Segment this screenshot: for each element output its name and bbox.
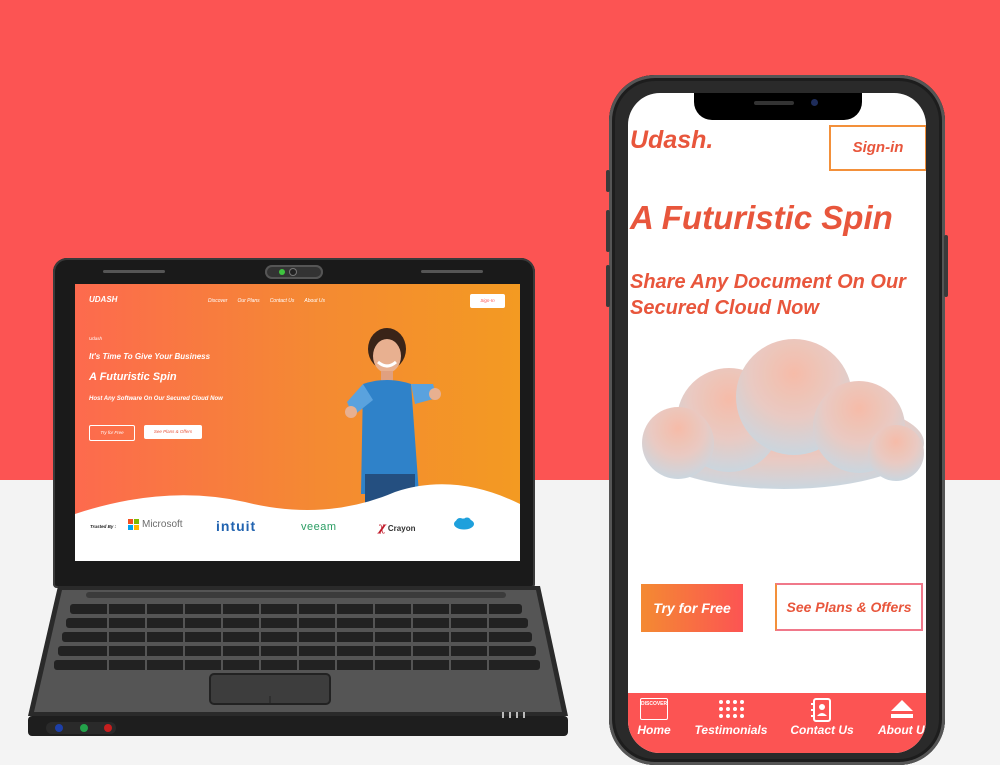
mobile-signin-button[interactable]: Sign-in (829, 125, 926, 171)
laptop-site-nav: Discover Our Plans Contact Us About Us (208, 298, 325, 304)
lid-slot (421, 270, 483, 273)
phone-side-button (606, 210, 610, 252)
bottom-nav-home[interactable]: DISCOVER Home (632, 693, 676, 753)
bottom-nav-about[interactable]: About Us (874, 693, 926, 753)
bottom-nav-about-label: About Us (878, 723, 926, 737)
nav-discover[interactable]: Discover (208, 298, 227, 304)
veeam-logo: veeam (301, 521, 337, 533)
phone-side-button (606, 170, 610, 192)
webcam (265, 265, 323, 279)
phone-frame: Udash. Sign-in A Futuristic Spin Share A… (606, 75, 948, 765)
nav-contact-us[interactable]: Contact Us (270, 298, 295, 304)
laptop-see-plans-button[interactable]: See Plans & Offers (144, 425, 202, 439)
bottom-nav-contact-label: Contact Us (790, 723, 854, 737)
bottom-nav-testimonials[interactable]: Testimonials (692, 693, 770, 753)
microsoft-logo: Microsoft (128, 519, 183, 530)
crayon-logo: χ Crayon (378, 520, 416, 534)
phone-screen: Udash. Sign-in A Futuristic Spin Share A… (628, 93, 926, 753)
laptop-tagline: It's Time To Give Your Business (89, 352, 211, 361)
contact-book-icon (811, 698, 831, 722)
mobile-site-logo[interactable]: Udash. (630, 126, 713, 155)
trusted-by-label: Trusted By : (90, 524, 117, 529)
laptop-headline: A Futuristic Spin (89, 371, 177, 383)
discover-icon: DISCOVER (640, 698, 668, 720)
mobile-bottom-nav: DISCOVER Home Testimonials Contact Us Ab… (628, 693, 926, 753)
intuit-logo: intuit (216, 518, 257, 534)
nav-about-us[interactable]: About Us (304, 298, 325, 304)
phone-side-button (944, 235, 948, 297)
laptop-try-free-button[interactable]: Try for Free (89, 425, 135, 441)
bottom-nav-testimonials-label: Testimonials (694, 723, 768, 737)
phone-notch (694, 93, 862, 120)
laptop-brand-label: Udash (89, 336, 103, 341)
salesforce-logo (454, 517, 474, 530)
mobile-see-plans-button[interactable]: See Plans & Offers (775, 583, 923, 631)
mobile-try-free-button[interactable]: Try for Free (641, 584, 743, 632)
laptop-lid: UDASH Discover Our Plans Contact Us Abou… (53, 258, 535, 588)
laptop-keyboard-base (28, 586, 568, 736)
eject-icon (891, 700, 913, 718)
laptop-site-logo[interactable]: UDASH (89, 295, 117, 304)
laptop-subheadline: Host Any Software On Our Secured Cloud N… (89, 396, 223, 402)
laptop-screen: UDASH Discover Our Plans Contact Us Abou… (75, 284, 520, 561)
bottom-nav-home-label: Home (637, 723, 671, 737)
dots-grid-icon (719, 700, 744, 718)
phone-side-button (606, 265, 610, 307)
bottom-nav-contact[interactable]: Contact Us (788, 693, 856, 753)
cloud-illustration (642, 339, 924, 489)
mobile-headline: A Futuristic Spin (630, 199, 893, 236)
laptop-signin-button[interactable]: Sign-In (470, 294, 505, 308)
mobile-subheadline: Share Any Document On Our Secured Cloud … (630, 271, 906, 319)
nav-our-plans[interactable]: Our Plans (237, 298, 259, 304)
lid-slot (103, 270, 165, 273)
